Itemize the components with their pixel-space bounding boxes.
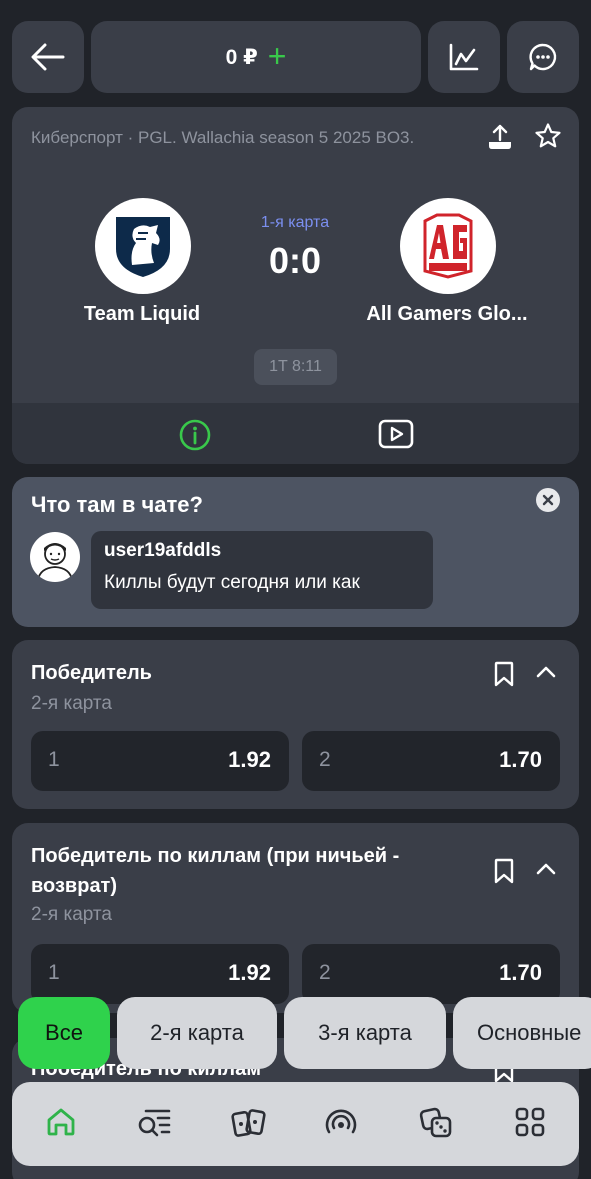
- cards-icon[interactable]: [231, 1106, 267, 1140]
- match-score: 0:0: [268, 240, 322, 281]
- match-time: 1T 8:11: [254, 349, 337, 385]
- league-title: Киберспорт · PGL. Wallachia season 5 202…: [31, 128, 415, 147]
- odd-value: 1.70: [499, 960, 542, 985]
- info-icon[interactable]: [178, 418, 212, 452]
- chat-button[interactable]: [507, 21, 579, 93]
- bookmark-icon[interactable]: [493, 858, 515, 884]
- balance-amount: 0 ₽: [225, 45, 258, 69]
- filter-chip-all[interactable]: Все: [18, 997, 110, 1069]
- market-title: Победитель по киллам (при ничьей - возвр…: [31, 845, 400, 897]
- odd-label: 1: [48, 961, 60, 984]
- odd-button[interactable]: 1 1.92: [31, 944, 289, 1004]
- match-card-footer: [12, 403, 579, 464]
- match-card: Киберспорт · PGL. Wallachia season 5 202…: [12, 107, 579, 464]
- market-subtitle: 2-я карта: [31, 693, 112, 714]
- all-gamers-logo-icon: [423, 213, 473, 279]
- bookmark-icon[interactable]: [493, 661, 515, 687]
- team2-logo: [400, 198, 496, 294]
- chat-preview-card[interactable]: Что там в чате? user19afddls Киллы будут…: [12, 477, 579, 627]
- odd-button[interactable]: 2 1.70: [302, 944, 560, 1004]
- market-card: Победитель по киллам (при ничьей - возвр…: [12, 823, 579, 1013]
- stats-button[interactable]: [428, 21, 500, 93]
- star-icon[interactable]: [534, 122, 562, 150]
- chat-message-bubble: user19afddls Киллы будут сегодня или как: [91, 531, 433, 609]
- share-icon[interactable]: [486, 123, 514, 151]
- odd-button[interactable]: 1 1.92: [31, 731, 289, 791]
- chat-username: user19afddls: [104, 540, 222, 561]
- odd-button[interactable]: 2 1.70: [302, 731, 560, 791]
- close-icon: [542, 494, 554, 506]
- team-liquid-logo-icon: [116, 217, 170, 277]
- team2-name: All Gamers Glo...: [366, 303, 528, 325]
- dice-icon[interactable]: [418, 1106, 454, 1140]
- grid-icon[interactable]: [514, 1106, 546, 1138]
- deposit-plus-icon: +: [267, 37, 287, 74]
- odd-label: 2: [319, 961, 331, 984]
- market-card: Победитель 2-я карта 1 1.92 2 1.70: [12, 640, 579, 809]
- avatar: [30, 532, 80, 582]
- arrow-left-icon: [31, 43, 65, 71]
- market-subtitle: 2-я карта: [31, 904, 112, 925]
- back-button[interactable]: [12, 21, 84, 93]
- chevron-up-icon[interactable]: [536, 862, 556, 876]
- home-icon[interactable]: [45, 1106, 77, 1138]
- bottom-nav: [12, 1082, 579, 1166]
- chat-bubble-icon: [529, 43, 557, 71]
- chat-preview-title: Что там в чате?: [31, 492, 203, 517]
- current-map-label: 1-я карта: [260, 214, 330, 231]
- filter-chip-main[interactable]: Основные: [453, 997, 591, 1069]
- odd-label: 1: [48, 748, 60, 771]
- live-broadcast-icon[interactable]: [324, 1106, 358, 1138]
- odd-value: 1.70: [499, 747, 542, 772]
- user-avatar-icon: [37, 543, 73, 581]
- line-chart-icon: [449, 43, 479, 71]
- team1-name: Team Liquid: [83, 303, 201, 325]
- close-button[interactable]: [536, 488, 560, 512]
- search-list-icon[interactable]: [136, 1106, 172, 1138]
- odd-value: 1.92: [228, 747, 271, 772]
- chevron-up-icon[interactable]: [536, 665, 556, 679]
- filter-chip-map2[interactable]: 2-я карта: [117, 997, 277, 1069]
- play-video-icon[interactable]: [378, 418, 414, 450]
- odd-label: 2: [319, 748, 331, 771]
- market-title: Победитель: [31, 662, 152, 684]
- odd-value: 1.92: [228, 960, 271, 985]
- filter-chip-map3[interactable]: 3-я карта: [284, 997, 446, 1069]
- team1-logo: [95, 198, 191, 294]
- chat-message-text: Киллы будут сегодня или как: [104, 572, 360, 593]
- balance-button[interactable]: 0 ₽ +: [91, 21, 421, 93]
